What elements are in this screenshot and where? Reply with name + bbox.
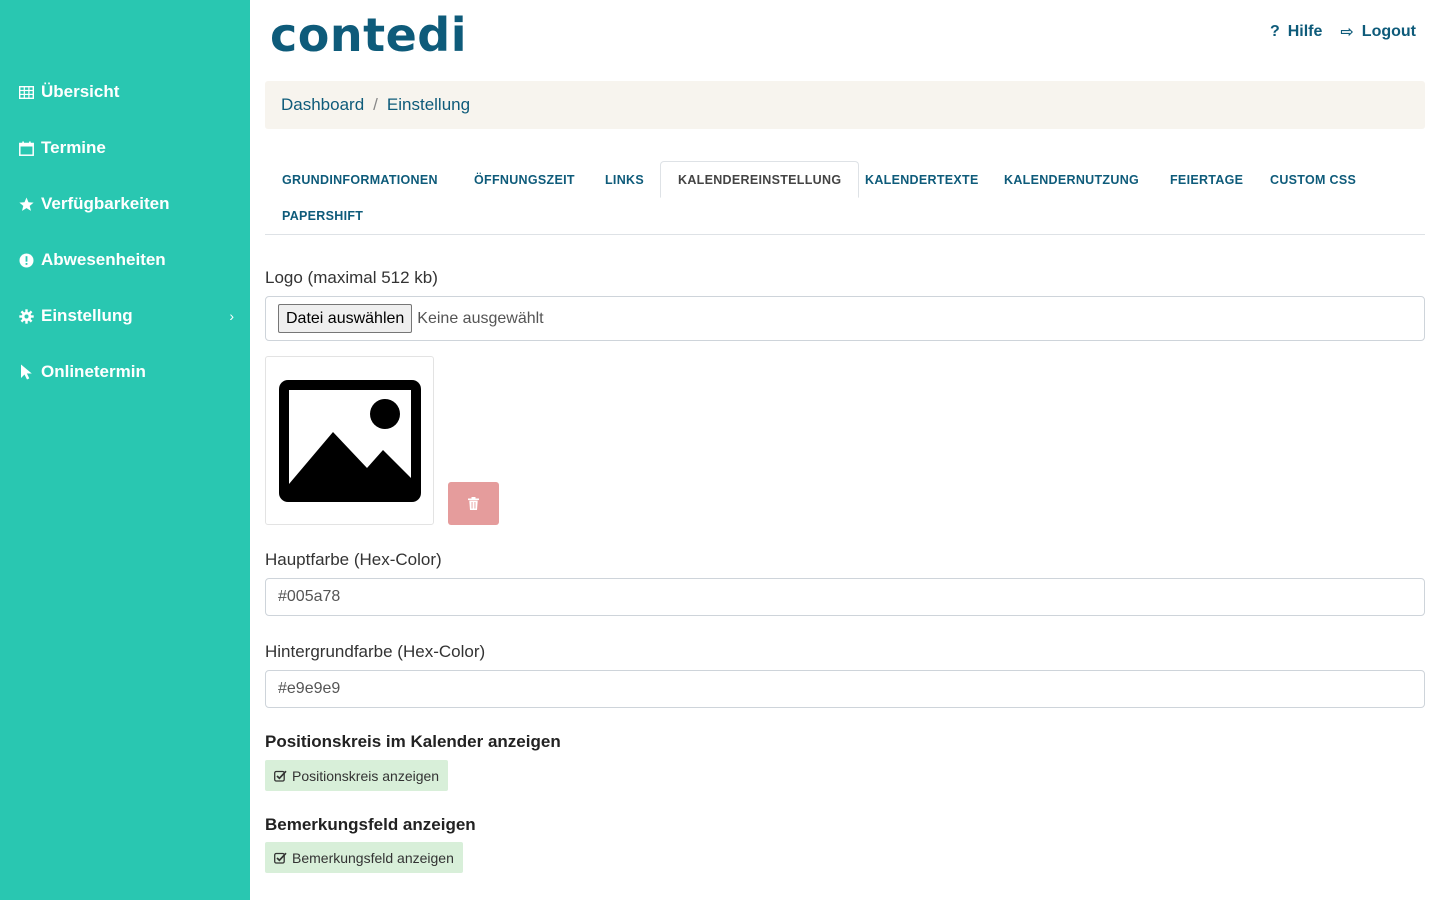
top-nav: ? Hilfe ⇨ Logout (1270, 22, 1416, 42)
main-content: contedi ? Hilfe ⇨ Logout Dashboard / Ein… (250, 0, 1440, 900)
position-circle-label: Positionskreis anzeigen (292, 767, 440, 784)
star-icon (18, 196, 34, 212)
main-color-label: Hauptfarbe (Hex-Color) (265, 550, 442, 569)
tab-kalendernutzung[interactable]: KALENDERNUTZUNG (987, 161, 1156, 198)
sidebar-item-label: Termine (41, 138, 106, 157)
check-square-icon (274, 770, 287, 782)
sidebar-item-abwesenheiten[interactable]: Abwesenheiten (18, 243, 240, 277)
help-label: Hilfe (1287, 23, 1323, 40)
tab-feiertage[interactable]: FEIERTAGE (1153, 161, 1260, 198)
sidebar-item-termine[interactable]: Termine (18, 131, 240, 165)
logo-preview (265, 356, 434, 525)
logo-file-input[interactable]: Datei auswählen Keine ausgewählt (265, 296, 1425, 341)
sidebar-item-onlinetermin[interactable]: Onlinetermin (18, 355, 240, 389)
app-logo[interactable]: contedi (270, 8, 467, 62)
tab-oeffnungszeit[interactable]: ÖFFNUNGSZEIT (457, 161, 592, 198)
remark-field-toggle[interactable]: Bemerkungsfeld anzeigen (265, 842, 463, 873)
table-icon (18, 84, 34, 100)
tab-custom-css[interactable]: CUSTOM CSS (1253, 161, 1373, 198)
tab-papershift[interactable]: PAPERSHIFT (265, 197, 380, 234)
breadcrumb: Dashboard / Einstellung (265, 81, 1425, 129)
gear-icon (18, 308, 34, 324)
sidebar-item-label: Verfügbarkeiten (41, 194, 170, 213)
tab-links[interactable]: LINKS (588, 161, 661, 198)
tab-grundinformationen[interactable]: GRUNDINFORMATIONEN (265, 161, 455, 198)
remark-field-label: Bemerkungsfeld anzeigen (292, 849, 454, 866)
delete-logo-button[interactable] (448, 482, 499, 525)
sidebar-item-label: Onlinetermin (41, 362, 146, 381)
breadcrumb-dashboard[interactable]: Dashboard (281, 95, 364, 115)
calendar-icon (18, 140, 34, 156)
image-placeholder-icon (278, 379, 421, 502)
file-select-button[interactable]: Datei auswählen (278, 304, 413, 333)
sign-out-icon: ⇨ (1340, 24, 1354, 41)
trash-icon (468, 497, 479, 510)
sidebar: Übersicht Termine Verfügbarkeiten Abwese… (0, 0, 250, 900)
file-status: Keine ausgewählt (417, 309, 544, 327)
tab-kalendereinstellung[interactable]: KALENDEREINSTELLUNG (660, 161, 860, 198)
logo-label: Logo (maximal 512 kb) (265, 268, 438, 287)
remark-field-heading: Bemerkungsfeld anzeigen (265, 815, 476, 834)
position-circle-heading: Positionskreis im Kalender anzeigen (265, 732, 561, 751)
logout-link[interactable]: ⇨ Logout (1340, 22, 1416, 42)
breadcrumb-einstellung[interactable]: Einstellung (387, 95, 470, 115)
position-circle-toggle[interactable]: Positionskreis anzeigen (265, 760, 449, 791)
sidebar-item-label: Abwesenheiten (41, 250, 166, 269)
question-icon: ? (1269, 23, 1280, 40)
main-color-input[interactable]: #005a78 (265, 578, 1425, 616)
bg-color-label: Hintergrundfarbe (Hex-Color) (265, 642, 486, 661)
settings-tabs: GRUNDINFORMATIONEN ÖFFNUNGSZEIT LINKS KA… (265, 160, 1425, 235)
logout-label: Logout (1361, 23, 1416, 40)
sidebar-item-label: Einstellung (41, 306, 133, 325)
cursor-icon (18, 364, 34, 380)
help-link[interactable]: ? Hilfe (1270, 22, 1322, 42)
sidebar-item-uebersicht[interactable]: Übersicht (18, 75, 240, 109)
chevron-right-icon: › (229, 308, 234, 324)
breadcrumb-separator: / (373, 95, 378, 114)
sidebar-item-label: Übersicht (41, 82, 120, 101)
check-square-icon (274, 852, 287, 864)
sidebar-item-verfuegbarkeiten[interactable]: Verfügbarkeiten (18, 187, 240, 221)
exclamation-circle-icon (18, 252, 34, 268)
bg-color-input[interactable]: #e9e9e9 (265, 670, 1425, 708)
sidebar-item-einstellung[interactable]: Einstellung › (18, 299, 240, 333)
tab-kalendertexte[interactable]: KALENDERTEXTE (848, 161, 996, 198)
